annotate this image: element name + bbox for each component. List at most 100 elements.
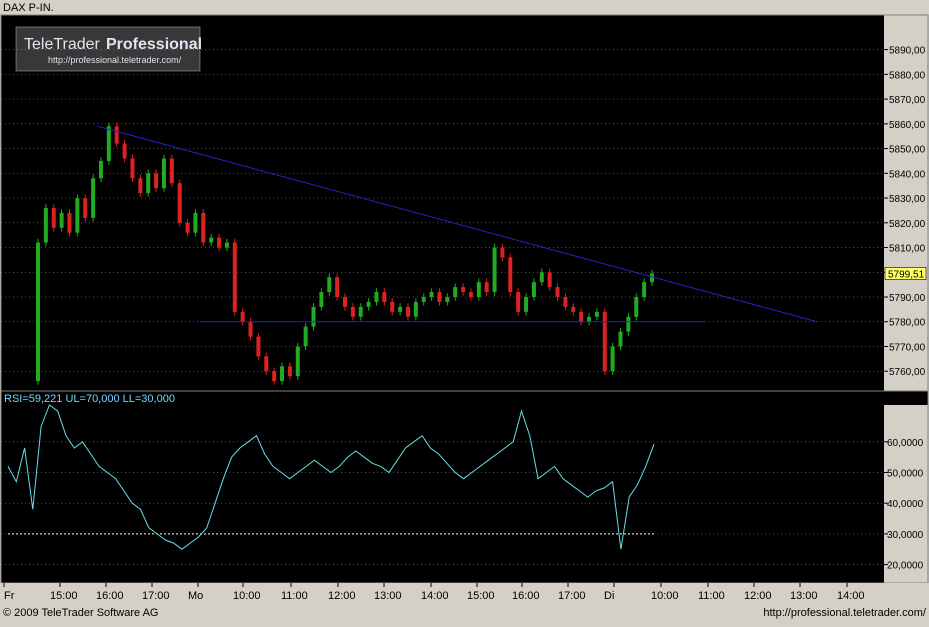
candle-body	[224, 242, 229, 248]
candle-body	[272, 371, 277, 382]
candle-body	[75, 198, 80, 233]
candle-body	[209, 237, 214, 243]
time-tick-label: 13:00	[790, 590, 818, 602]
candle-body	[319, 292, 324, 307]
candle-body	[626, 316, 631, 332]
candle-body	[476, 282, 481, 297]
candle-body	[461, 287, 466, 293]
time-tick-label: 17:00	[142, 590, 170, 602]
candle-body	[579, 311, 584, 322]
watermark-url: http://professional.teletrader.com/	[48, 55, 182, 65]
candle-body	[232, 242, 237, 312]
candle-body	[343, 297, 347, 307]
watermark: TeleTrader Professional http://professio…	[15, 26, 202, 72]
rsi-panel[interactable]	[1, 405, 884, 583]
candle-body	[335, 277, 340, 297]
candle-body	[429, 292, 434, 297]
price-tick-label: 5770,00	[889, 342, 926, 353]
candle-body	[106, 126, 111, 161]
candle-body	[59, 212, 64, 228]
candle-body	[240, 311, 245, 322]
candle-body	[413, 301, 418, 317]
candle-body	[445, 297, 450, 302]
candle-body	[594, 311, 599, 317]
time-tick-label: 11:00	[281, 590, 308, 602]
candle-body	[177, 183, 182, 223]
candle-body	[83, 198, 88, 218]
price-tick-label: 5760,00	[889, 367, 926, 378]
candle-body	[114, 126, 119, 144]
price-tick-label: 5840,00	[889, 169, 926, 180]
price-tick-label: 5830,00	[889, 194, 926, 205]
candle-body	[642, 282, 647, 297]
time-tick-label: 15:00	[50, 590, 78, 602]
candle-body	[350, 306, 355, 317]
time-tick-label: 12:00	[744, 590, 772, 602]
rsi-tick-label: 30,0000	[887, 530, 924, 541]
candle-body	[500, 247, 505, 258]
candle-body	[280, 366, 285, 382]
candle-body	[421, 297, 426, 302]
candle-body	[650, 273, 654, 283]
candle-body	[287, 366, 292, 377]
candle-body	[311, 306, 316, 327]
candle-body	[217, 237, 222, 248]
time-tick-label: Mo	[188, 590, 203, 602]
candle-body	[98, 160, 103, 179]
candle-body	[264, 356, 269, 372]
candle-body	[138, 178, 143, 194]
candle-body	[303, 326, 308, 347]
candle-body	[201, 212, 206, 243]
time-tick-label: 10:00	[651, 590, 679, 602]
time-tick-label: 14:00	[421, 590, 449, 602]
candle-body	[185, 222, 190, 233]
candle-body	[634, 297, 639, 317]
time-tick-label: 14:00	[837, 590, 865, 602]
candle-body	[36, 242, 40, 382]
rsi-tick-label: 60,0000	[887, 438, 924, 449]
price-tick-label: 5860,00	[889, 120, 926, 131]
price-tick-label: 5890,00	[889, 46, 926, 57]
candle-body	[437, 292, 442, 302]
rsi-title: RSI=59,221 UL=70,000 LL=30,000	[4, 393, 175, 405]
watermark-brand-bold: Professional	[106, 36, 202, 53]
last-price-marker: 5799,51	[884, 267, 927, 280]
candle-body	[405, 306, 410, 317]
candle-body	[563, 297, 568, 307]
candle-body	[508, 257, 513, 293]
rsi-tick-label: 50,0000	[887, 469, 924, 480]
time-tick-label: 13:00	[374, 590, 402, 602]
price-tick-label: 5850,00	[889, 145, 926, 156]
candle-body	[154, 173, 159, 189]
candle-body	[43, 207, 48, 243]
candle-body	[366, 301, 371, 307]
candle-body	[51, 207, 56, 228]
candle-body	[587, 316, 592, 322]
candle-body	[169, 158, 174, 184]
chart-svg: DAX P-IN. 5760,00 5770,00 5780,00 5790,00 58…	[0, 0, 929, 622]
candle-body	[248, 321, 253, 337]
price-tick-label: 5870,00	[889, 95, 926, 106]
candle-body	[453, 287, 458, 297]
price-tick-label: 5790,00	[889, 293, 926, 304]
candle-body	[618, 331, 623, 347]
price-tick-label: 5810,00	[889, 244, 926, 255]
time-tick-label: 16:00	[512, 590, 540, 602]
candle-body	[67, 212, 72, 233]
time-tick-label: 16:00	[96, 590, 124, 602]
instrument-label: DAX P-IN.	[3, 2, 54, 14]
last-price-label: 5799,51	[888, 269, 925, 280]
candle-body	[390, 301, 395, 312]
time-tick-label: Fr	[4, 590, 15, 602]
price-tick-label: 5880,00	[889, 70, 926, 81]
watermark-brand-light: TeleTrader	[24, 36, 101, 53]
candle-body	[610, 346, 615, 372]
candle-body	[193, 212, 198, 233]
rsi-tick-label: 40,0000	[887, 499, 924, 510]
price-tick-label: 5780,00	[889, 318, 926, 329]
candle-body	[602, 311, 607, 372]
candle-body	[130, 158, 135, 179]
candle-body	[555, 287, 560, 297]
candle-body	[161, 158, 166, 189]
rsi-tick-label: 20,0000	[887, 561, 924, 572]
